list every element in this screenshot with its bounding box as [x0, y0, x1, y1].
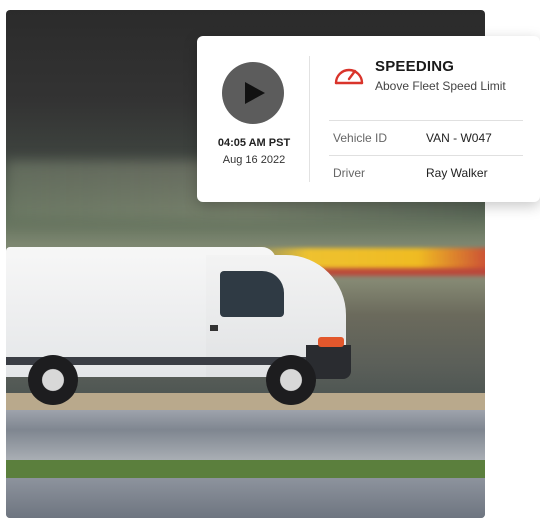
road-surface [6, 410, 485, 460]
road-lane [6, 478, 485, 518]
vehicle-id-label: Vehicle ID [333, 131, 388, 145]
vehicle-id-value: VAN - W047 [426, 131, 492, 145]
road-edge [6, 393, 485, 411]
driver-value: Ray Walker [426, 166, 488, 180]
card-divider [309, 56, 310, 182]
speedometer-icon [334, 68, 364, 85]
grass-strip [6, 460, 485, 478]
event-time: 04:05 AM PST [217, 137, 291, 149]
event-type-title: SPEEDING [375, 58, 455, 75]
van-door-handle [210, 325, 218, 331]
van-image [6, 245, 351, 405]
van-rear-wheel [28, 355, 78, 405]
event-date: Aug 16 2022 [222, 154, 286, 166]
van-front-wheel [266, 355, 316, 405]
event-card: 04:05 AM PST Aug 16 2022 SPEEDING Above … [197, 36, 540, 202]
event-type-subtitle: Above Fleet Speed Limit [375, 79, 506, 93]
van-window [220, 271, 284, 317]
play-button[interactable] [222, 62, 284, 124]
driver-label: Driver [333, 166, 365, 180]
row-divider [329, 155, 523, 156]
row-divider [329, 120, 523, 121]
van-headlight [318, 337, 344, 347]
play-icon [245, 82, 265, 104]
